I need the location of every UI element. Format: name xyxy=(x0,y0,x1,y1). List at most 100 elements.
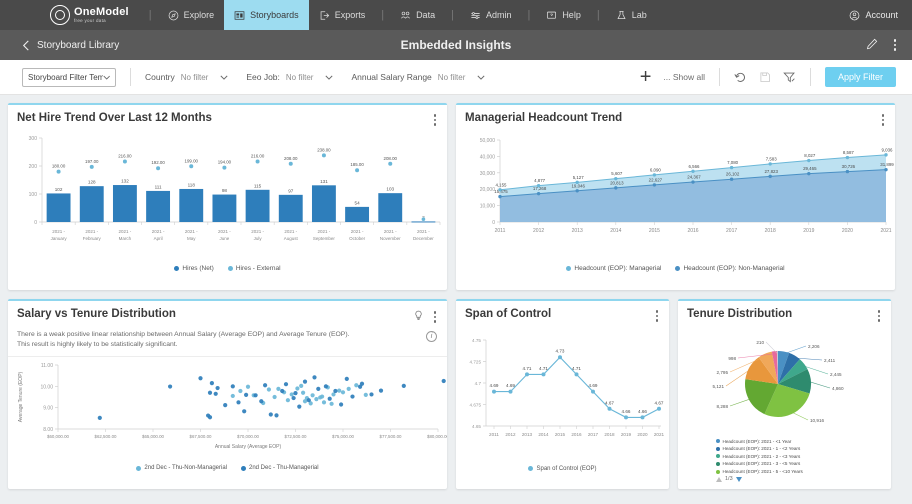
nav-item-admin[interactable]: Admin xyxy=(460,0,522,30)
span-of-control-line-chart[interactable]: 4.654.6754.74.7254.754.694.694.714.714.7… xyxy=(456,326,669,466)
chevron-down-icon xyxy=(477,75,485,80)
svg-text:4.71: 4.71 xyxy=(523,365,532,370)
insight-bulb-icon[interactable] xyxy=(413,308,424,326)
back-to-library-button[interactable]: Storyboard Library xyxy=(22,40,119,51)
storyboard-subheader: Storyboard Library Embedded Insights xyxy=(0,30,912,60)
svg-text:4.75: 4.75 xyxy=(472,338,481,343)
card-menu-salary-tenure[interactable] xyxy=(432,309,439,325)
filter-divider xyxy=(810,68,811,86)
chevron-down-icon xyxy=(220,75,228,80)
edit-pencil-icon[interactable] xyxy=(866,38,878,53)
svg-text:2011: 2011 xyxy=(489,432,499,437)
top-navigation-bar: OneModel free your data | Explore Storyb… xyxy=(0,0,912,30)
legend-page-up-icon[interactable] xyxy=(716,477,722,482)
svg-text:238.00: 238.00 xyxy=(317,147,331,152)
svg-text:97: 97 xyxy=(288,188,294,193)
chevron-down-icon xyxy=(103,75,110,80)
nav-item-lab[interactable]: Lab xyxy=(606,0,657,30)
svg-text:2019: 2019 xyxy=(621,432,632,437)
legend-swatch-icon xyxy=(228,266,233,271)
account-menu[interactable]: Account xyxy=(849,10,898,21)
legend-item[interactable]: 2nd Dec - Thu-Managerial xyxy=(241,465,319,471)
nav-item-data[interactable]: Data xyxy=(390,0,445,30)
svg-text:0: 0 xyxy=(34,220,37,226)
pie-legend-item[interactable]: Headcount (EOP): 2021 - 1 - <2 Years xyxy=(716,445,887,453)
edit-filter-icon[interactable] xyxy=(783,71,796,84)
filter-country-value: No filter xyxy=(181,73,209,82)
pie-legend-item[interactable]: Headcount (EOP): 2021 - 3 - <5 Years xyxy=(716,460,887,468)
legend-net-hire: Hires (Net) Hires - External xyxy=(8,265,447,277)
filter-country[interactable]: Country No filter xyxy=(145,72,228,82)
legend-swatch-icon xyxy=(566,266,571,271)
svg-text:2015: 2015 xyxy=(555,432,566,437)
export-icon xyxy=(319,10,330,21)
storyboard-more-menu[interactable] xyxy=(892,37,899,53)
nav-item-storyboards[interactable]: Storyboards xyxy=(224,0,309,30)
save-filter-icon[interactable] xyxy=(759,71,771,83)
card-net-hire-trend: Net Hire Trend Over Last 12 Months 01002… xyxy=(8,103,447,290)
brand-logo-area[interactable]: OneModel free your data xyxy=(50,5,129,25)
card-menu-tenure-distribution[interactable] xyxy=(876,308,883,324)
filter-annual-salary-range[interactable]: Annual Salary Range No filter xyxy=(351,72,485,82)
legend-item[interactable]: Hires - External xyxy=(228,265,281,272)
legend-item[interactable]: Hires (Net) xyxy=(174,265,213,272)
svg-text:11.00: 11.00 xyxy=(41,363,53,369)
show-all-filters-link[interactable]: ... Show all xyxy=(663,72,705,82)
dashboard-grid: Net Hire Trend Over Last 12 Months 01002… xyxy=(0,95,912,489)
pie-legend-pager: 1/3 xyxy=(678,475,891,482)
legend-item[interactable]: Headcount (EOP): Non-Managerial xyxy=(675,265,784,272)
svg-text:Average Tenure (EOP): Average Tenure (EOP) xyxy=(18,372,24,423)
net-hire-bar-chart[interactable]: 0100200300102180.002021 -January128197.0… xyxy=(8,130,447,265)
svg-text:5,121: 5,121 xyxy=(713,383,725,388)
apply-filter-button[interactable]: Apply Filter xyxy=(825,67,896,87)
help-icon xyxy=(546,10,557,21)
info-icon[interactable]: i xyxy=(426,331,437,342)
svg-text:August: August xyxy=(284,236,299,241)
svg-text:111: 111 xyxy=(155,184,162,189)
legend-item[interactable]: 2nd Dec - Thu-Non-Managerial xyxy=(136,465,227,471)
svg-text:5,127: 5,127 xyxy=(573,174,585,179)
svg-text:2,795: 2,795 xyxy=(717,369,729,374)
legend-label: Headcount (EOP): Non-Managerial xyxy=(683,265,784,272)
nav-item-explore[interactable]: Explore xyxy=(158,0,225,30)
storyboard-filter-template-select[interactable]: Storyboard Filter Temp xyxy=(22,68,116,87)
svg-text:2021 -: 2021 - xyxy=(52,229,65,234)
svg-text:$77,500.00: $77,500.00 xyxy=(380,434,403,439)
card-menu-headcount[interactable] xyxy=(880,112,887,128)
nav-item-help[interactable]: Help xyxy=(536,0,591,30)
card-menu-span-of-control[interactable] xyxy=(654,308,661,324)
svg-text:January: January xyxy=(51,236,68,241)
pie-legend-item[interactable]: Headcount (EOP): 2021 - 2 - <3 Years xyxy=(716,453,887,461)
filter-salary-label: Annual Salary Range xyxy=(351,72,431,82)
pie-legend-item[interactable]: Headcount (EOP): 2021 - <1 Year xyxy=(716,438,887,446)
tenure-pie-chart[interactable]: 2,2062,4112,4454,86010,9168,2885,1212,79… xyxy=(678,326,891,438)
filter-eeo-job[interactable]: Eeo Job: No filter xyxy=(246,72,333,82)
pie-legend-item[interactable]: Headcount (EOP): 2021 - 5 - <10 Years xyxy=(716,468,887,476)
card-title-net-hire: Net Hire Trend Over Last 12 Months xyxy=(17,112,212,124)
card-menu-net-hire[interactable] xyxy=(432,112,439,128)
svg-text:5,607: 5,607 xyxy=(611,171,623,176)
legend-page-down-icon[interactable] xyxy=(736,477,742,482)
legend-item[interactable]: Headcount (EOP): Managerial xyxy=(566,265,661,272)
svg-text:2021 -: 2021 - xyxy=(351,229,364,234)
svg-text:0: 0 xyxy=(492,220,495,226)
nav-label-help: Help xyxy=(562,10,581,20)
nav-label-lab: Lab xyxy=(632,10,647,20)
insight-line-1: There is a weak positive linear relation… xyxy=(17,330,438,340)
svg-text:4.66: 4.66 xyxy=(638,408,647,413)
svg-text:9.00: 9.00 xyxy=(43,406,53,412)
headcount-area-chart[interactable]: 010,00020,00030,00040,00050,00015,47517,… xyxy=(456,130,895,265)
legend-item[interactable]: Span of Control (EOP) xyxy=(528,466,596,472)
svg-text:2021 -: 2021 - xyxy=(152,229,165,234)
add-filter-button[interactable]: + xyxy=(640,67,652,87)
svg-text:2,411: 2,411 xyxy=(824,357,836,362)
chevron-down-icon xyxy=(325,75,333,80)
card-title-headcount: Managerial Headcount Trend xyxy=(465,112,622,124)
salary-tenure-scatter-chart[interactable]: 8.009.0010.0011.00$60,000.00$62,500.00$6… xyxy=(8,357,447,465)
svg-text:199.00: 199.00 xyxy=(185,158,199,163)
svg-text:2021: 2021 xyxy=(654,432,665,437)
svg-text:4,860: 4,860 xyxy=(832,385,844,390)
svg-text:4.725: 4.725 xyxy=(470,359,482,364)
nav-item-exports[interactable]: Exports xyxy=(309,0,376,30)
reset-filters-icon[interactable] xyxy=(734,71,747,84)
